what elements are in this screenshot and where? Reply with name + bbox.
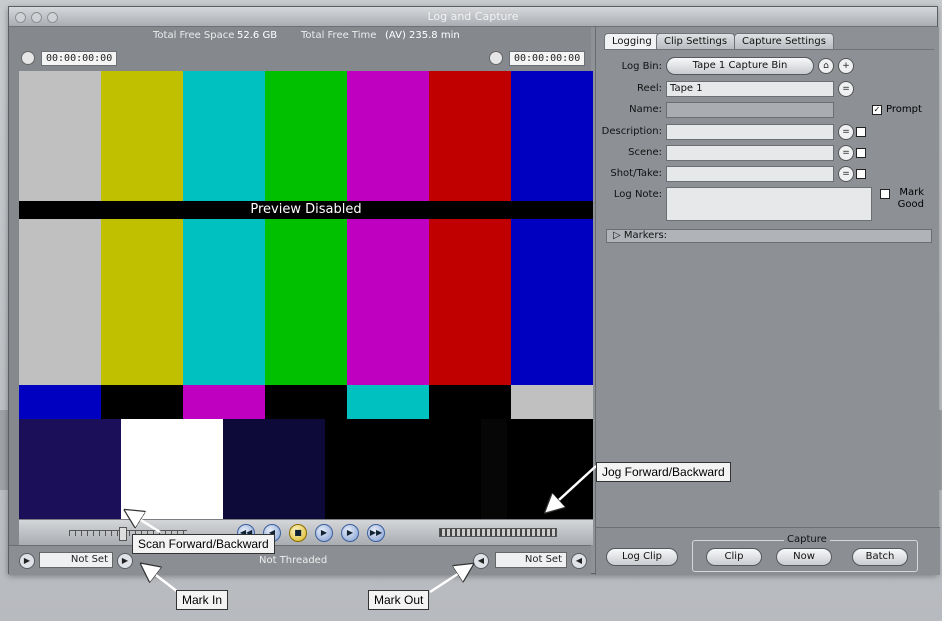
jog-arrow bbox=[548, 465, 597, 510]
mark-in-arrow bbox=[144, 566, 179, 593]
mark-in-callout: Mark In bbox=[176, 590, 229, 610]
scan-callout: Scan Forward/Backward bbox=[132, 534, 275, 554]
annotation-arrows bbox=[0, 465, 597, 594]
mark-out-callout: Mark Out bbox=[368, 590, 430, 610]
screen: Log and Capture Total Free Space 52.6 GB… bbox=[0, 0, 942, 621]
mark-out-arrow bbox=[429, 566, 470, 594]
jog-callout: Jog Forward/Backward bbox=[596, 462, 731, 482]
scan-arrow bbox=[128, 512, 161, 534]
